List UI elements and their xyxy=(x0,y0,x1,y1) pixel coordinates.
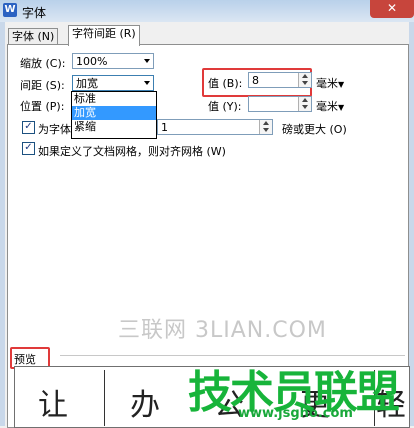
arrow-up-icon xyxy=(302,74,308,78)
chevron-down-icon xyxy=(144,59,150,63)
scale-dropdown[interactable]: 100% xyxy=(72,53,154,69)
spacing-value-label: 值 (B): xyxy=(208,77,243,90)
spacing-options-list: 标准 加宽 紧缩 xyxy=(71,91,157,139)
chevron-down-icon xyxy=(144,81,150,85)
kerning-size-input[interactable]: 1 xyxy=(157,119,273,135)
arrow-up-icon xyxy=(302,98,308,102)
position-value-label: 值 (Y): xyxy=(208,100,242,113)
spacing-dropdown[interactable]: 加宽 xyxy=(72,75,154,91)
preview-label: 预览 xyxy=(14,353,36,366)
grid-align-label: 如果定义了文档网格，则对齐网格 (W) xyxy=(38,145,226,158)
spacing-label: 间距 (S): xyxy=(20,79,65,92)
spacing-unit: 毫米 xyxy=(316,77,338,90)
spacing-value-text: 8 xyxy=(252,74,259,87)
spacing-option-condensed[interactable]: 紧缩 xyxy=(72,120,156,134)
position-value-input[interactable] xyxy=(248,96,312,112)
tab-character-spacing[interactable]: 字符间距 (R) xyxy=(68,25,140,46)
kerning-size-value: 1 xyxy=(161,121,168,134)
position-unit: 毫米 xyxy=(316,100,338,113)
spacing-value: 加宽 xyxy=(76,77,98,90)
watermark-3lian: 三联网 3LIAN.COM xyxy=(118,318,327,343)
spacing-value-spinner[interactable] xyxy=(298,73,311,87)
scale-value: 100% xyxy=(76,55,108,68)
grid-align-checkbox[interactable]: ✓ xyxy=(22,142,35,155)
wps-logo-icon: W xyxy=(3,3,17,17)
watermark-url: www.jsgho.com xyxy=(238,406,353,421)
window-title: 字体 xyxy=(22,6,47,20)
position-label: 位置 (P): xyxy=(20,100,65,113)
kerning-checkbox[interactable]: ✓ xyxy=(22,121,35,134)
tab-font[interactable]: 字体 (N) xyxy=(8,28,59,45)
position-unit-dropdown[interactable]: 毫米▼ xyxy=(316,98,344,114)
chevron-down-icon: ▼ xyxy=(338,103,345,112)
kerning-size-spinner[interactable] xyxy=(259,120,272,134)
kerning-suffix: 磅或更大 (O) xyxy=(282,123,347,136)
scale-label: 缩放 (C): xyxy=(20,57,66,70)
preview-marker xyxy=(104,370,105,426)
title-bar xyxy=(0,0,414,22)
spacing-option-expanded[interactable]: 加宽 xyxy=(72,106,156,120)
arrow-up-icon xyxy=(263,121,269,125)
chevron-down-icon: ▼ xyxy=(338,80,345,89)
arrow-down-icon xyxy=(302,105,308,109)
arrow-down-icon xyxy=(263,128,269,132)
arrow-down-icon xyxy=(302,81,308,85)
preview-char: 让 xyxy=(38,388,68,423)
spacing-value-input[interactable]: 8 xyxy=(248,72,312,88)
spacing-option-standard[interactable]: 标准 xyxy=(72,92,156,106)
window-border-left xyxy=(0,22,5,426)
spacing-unit-dropdown[interactable]: 毫米▼ xyxy=(316,75,344,91)
preview-char: 办 xyxy=(130,388,160,423)
position-value-spinner[interactable] xyxy=(298,97,311,111)
kerning-label: 为字体 xyxy=(38,123,71,136)
close-button[interactable]: ✕ xyxy=(370,0,414,18)
